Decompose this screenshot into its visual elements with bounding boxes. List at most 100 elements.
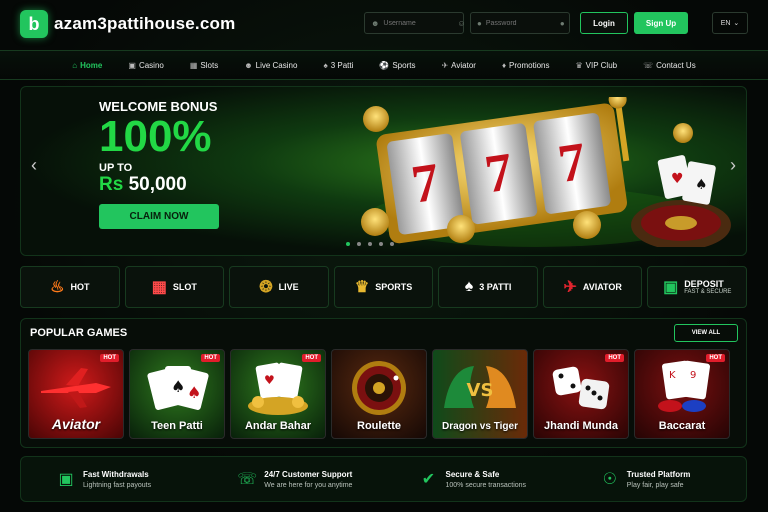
nav-label: Sports <box>392 60 416 70</box>
svg-text:♥: ♥ <box>671 171 684 187</box>
slot-machine-icon: ▦ <box>151 279 167 296</box>
carousel-dot[interactable] <box>346 242 350 246</box>
carousel-dots <box>346 242 394 246</box>
cards-icon: ♠ <box>323 60 328 70</box>
logo[interactable]: b azam3pattihouse.com <box>20 10 235 38</box>
hero-banner[interactable]: ‹ › WELCOME BONUS 100% UP TO Rs 50,000 C… <box>20 86 747 256</box>
user-icon: ☻ <box>244 60 253 70</box>
nav-label: 3 Patti <box>330 60 354 70</box>
username-input[interactable] <box>383 19 454 27</box>
game-card-andar-bahar[interactable]: ♥ HOT Andar Bahar <box>230 349 326 439</box>
hot-badge: HOT <box>605 354 624 362</box>
category-slot[interactable]: ▦ SLOT <box>124 266 225 308</box>
slots-icon: ▦ <box>189 60 198 70</box>
user-icon: ☻ <box>371 18 380 28</box>
popular-games-section: POPULAR GAMES VIEW ALL HOT Aviator ♠ ♠ HO… <box>20 318 747 448</box>
feature-title: Trusted Platform <box>626 469 691 479</box>
slot-machine-illustration: 7 7 7 ♥ ♠ <box>361 97 731 247</box>
nav-item-contact-us[interactable]: ☏ Contact Us <box>630 50 709 80</box>
nav-item-slots[interactable]: ▦ Slots <box>177 50 231 80</box>
category-bar: ♨ HOT ▦ SLOT ❂ LIVE ♛ SPORTS ♠ 3 PATTI ✈ AVIAT… <box>20 266 748 308</box>
user-badge-icon: ☺ <box>457 18 466 28</box>
password-field[interactable]: ● ● <box>470 12 570 34</box>
wallet-icon: ▣ <box>58 471 74 488</box>
category-label: SPORTS <box>375 282 413 292</box>
plane-icon <box>29 358 123 418</box>
feature-subtitle: 100% secure transactions <box>445 481 527 489</box>
nav-item-aviator[interactable]: ✈ Aviator <box>428 50 488 80</box>
shield-icon: ✔ <box>421 471 436 488</box>
header: b azam3pattihouse.com ☻ ☺ ● ● Login Sign… <box>0 0 768 48</box>
game-card-roulette[interactable]: Roulette <box>331 349 427 439</box>
nav-item-3-patti[interactable]: ♠ 3 Patti <box>310 50 366 80</box>
lock-icon: ● <box>477 18 482 28</box>
login-button[interactable]: Login <box>580 12 628 34</box>
view-all-button[interactable]: VIEW ALL <box>674 324 738 342</box>
hot-badge: HOT <box>100 354 119 362</box>
feature-fast-withdrawals: ▣ Fast Withdrawals Lightning fast payouts <box>21 470 202 489</box>
language-select[interactable]: EN ⌄ <box>712 12 748 34</box>
phone-icon: ☏ <box>643 60 654 70</box>
carousel-dot[interactable] <box>379 242 383 246</box>
category-sports[interactable]: ♛ SPORTS <box>333 266 434 308</box>
game-card-jhandi-munda[interactable]: HOT Jhandi Munda <box>533 349 629 439</box>
carousel-dot[interactable] <box>357 242 361 246</box>
svg-text:♠: ♠ <box>171 377 185 396</box>
category-aviator[interactable]: ✈ AVIATOR <box>542 266 643 308</box>
hot-badge: HOT <box>302 354 321 362</box>
feature-trusted-platform: ☉ Trusted Platform Play fair, play safe <box>565 470 746 489</box>
crown-icon: ♛ <box>575 60 583 70</box>
game-title: Dragon vs Tiger <box>442 421 518 432</box>
game-card-baccarat[interactable]: K9 HOT Baccarat <box>634 349 730 439</box>
nav-label: Live Casino <box>255 60 298 70</box>
nav-item-home[interactable]: ⌂ Home <box>59 50 115 80</box>
trophy-icon: ♛ <box>354 279 370 296</box>
claim-now-button[interactable]: CLAIM NOW <box>99 204 219 229</box>
feature-secure-safe: ✔ Secure & Safe 100% secure transactions <box>384 470 565 489</box>
currency-label: Rs <box>99 174 124 195</box>
section-title: POPULAR GAMES <box>30 327 128 339</box>
game-card-dragon-vs-tiger[interactable]: VS Dragon vs Tiger <box>432 349 528 439</box>
svg-text:K: K <box>669 370 676 381</box>
nav-item-casino[interactable]: ▣ Casino <box>115 50 176 80</box>
category-deposit[interactable]: ▣ DEPOSIT FAST & SECURE <box>647 266 748 308</box>
username-field[interactable]: ☻ ☺ <box>364 12 466 34</box>
game-card-aviator[interactable]: HOT Aviator <box>28 349 124 439</box>
carousel-dot[interactable] <box>368 242 372 246</box>
amount-value: 50,000 <box>128 174 187 195</box>
bonus-up-to: UP TO <box>99 162 133 174</box>
signup-button[interactable]: Sign Up <box>634 12 688 34</box>
nav-item-vip-club[interactable]: ♛ VIP Club <box>563 50 631 80</box>
category-3-patti[interactable]: ♠ 3 PATTI <box>438 266 538 308</box>
category-label: 3 PATTI <box>479 282 512 292</box>
gift-icon: ♦ <box>501 60 507 70</box>
chevron-down-icon: ⌄ <box>733 20 740 27</box>
feature-title: Fast Withdrawals <box>83 469 149 479</box>
logo-text: azam3pattihouse.com <box>54 14 236 33</box>
feature-subtitle: Lightning fast payouts <box>83 481 152 489</box>
svg-text:VS: VS <box>467 380 494 401</box>
language-value: EN <box>720 19 731 27</box>
nav-item-live-casino[interactable]: ☻ Live Casino <box>231 50 310 80</box>
nav-label: VIP Club <box>585 60 618 70</box>
padlock-icon: ● <box>559 18 565 28</box>
feature-title: Secure & Safe <box>445 469 500 479</box>
password-input[interactable] <box>485 19 556 27</box>
chevron-left-icon[interactable]: ‹ <box>31 155 37 176</box>
dragon-tiger-icon: VS <box>433 358 527 418</box>
plane-icon: ✈ <box>441 60 449 70</box>
nav-item-promotions[interactable]: ♦ Promotions <box>489 50 563 80</box>
nav-label: Slots <box>200 60 219 70</box>
game-title: Aviator <box>51 416 101 432</box>
svg-text:♠: ♠ <box>187 383 201 402</box>
carousel-dot[interactable] <box>390 242 394 246</box>
category-live[interactable]: ❂ LIVE <box>229 266 329 308</box>
nav-item-sports[interactable]: ⚽ Sports <box>366 50 428 80</box>
hot-badge: HOT <box>201 354 220 362</box>
category-hot[interactable]: ♨ HOT <box>20 266 120 308</box>
globe-icon: ☉ <box>602 471 617 488</box>
bonus-percent: 100% <box>99 112 212 161</box>
roulette-icon <box>332 358 426 418</box>
ball-icon: ⚽ <box>379 60 390 70</box>
game-card-teen-patti[interactable]: ♠ ♠ HOT Teen Patti <box>129 349 225 439</box>
